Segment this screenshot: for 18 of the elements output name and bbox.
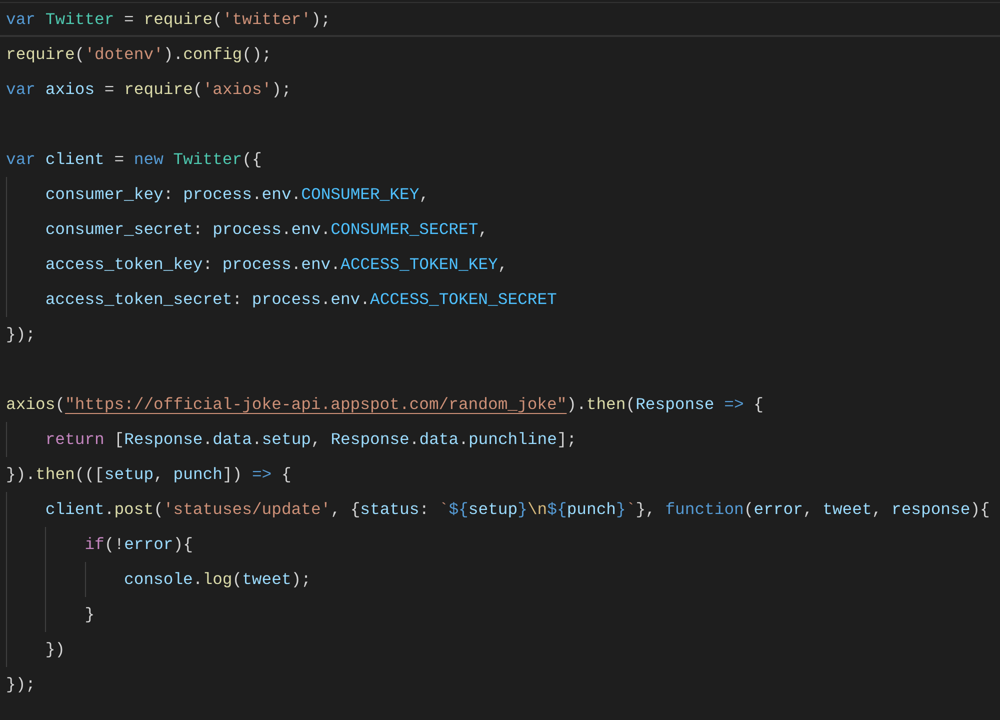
code-line: }	[0, 597, 95, 632]
code-line: var Twitter = require('twitter');	[5, 9, 331, 31]
code-line: axios("https://official-joke-api.appspot.com/random_joke").then(Response => {	[5, 394, 764, 416]
code-line: var client = new Twitter({	[5, 149, 262, 171]
code-line: if(!error){	[0, 527, 193, 562]
code-line: var axios = require('axios');	[5, 79, 292, 101]
code-line: return [Response.data.setup, Response.data.punchline];	[0, 422, 577, 457]
code-line: })	[0, 632, 66, 667]
code-line: consumer_key: process.env.CONSUMER_KEY,	[0, 177, 430, 212]
code-line: consumer_secret: process.env.CONSUMER_SECRET,	[0, 212, 488, 247]
code-line: require('dotenv').config();	[5, 44, 272, 66]
code-line: access_token_key: process.env.ACCESS_TOKEN_KEY,	[0, 247, 508, 282]
code-line: }).then(([setup, punch]) => {	[5, 464, 292, 486]
code-line: });	[5, 674, 36, 696]
code-line: access_token_secret: process.env.ACCESS_TOKEN_SECRET	[0, 282, 557, 317]
code-line: console.log(tweet);	[0, 562, 311, 597]
code-line: });	[5, 324, 36, 346]
code-line: client.post('statuses/update', {status: `${setup}\n${punch}`}, function(error, tweet, response){	[0, 492, 990, 527]
